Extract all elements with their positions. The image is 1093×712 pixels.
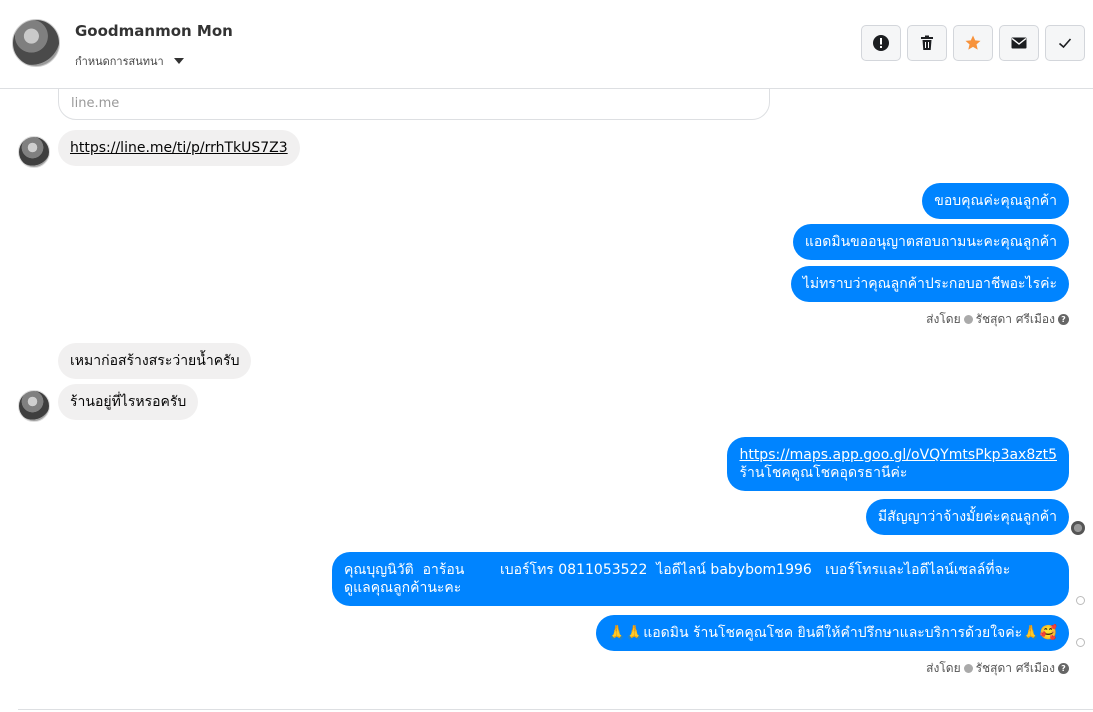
sent-by-agent[interactable]: รัชสุดา ศรีเมือง xyxy=(976,659,1055,678)
message-link[interactable]: https://line.me/ti/p/rrhTkUS7Z3 xyxy=(70,140,288,156)
outgoing-message[interactable]: ขอบคุณค่ะคุณลูกค้า xyxy=(922,183,1069,219)
sent-by-label: ส่งโดย รัชสุดา ศรีเมือง ? xyxy=(926,310,1069,329)
check-icon xyxy=(1058,38,1072,49)
link-preview-domain: line.me xyxy=(71,96,120,111)
delivered-status-icon xyxy=(1076,638,1085,647)
delivered-status-icon xyxy=(1076,596,1085,605)
mail-icon xyxy=(1011,37,1027,49)
outgoing-message[interactable]: ไม่ทราบว่าคุณลูกค้าประกอบอาชีพอะไรค่ะ xyxy=(790,266,1069,302)
conversation-header: Goodmanmon Mon กำหนดการสนทนา xyxy=(0,0,1093,89)
outgoing-message[interactable]: มีสัญญาว่าจ้างมั้ยค่ะคุณลูกค้า xyxy=(865,499,1069,535)
seen-avatar-icon xyxy=(1071,521,1085,535)
help-icon[interactable]: ? xyxy=(1058,314,1069,325)
mark-spam-button[interactable] xyxy=(861,25,901,61)
message-text: คุณบุญนิวัติ อาร้อน เบอร์โทร 0811053522 … xyxy=(344,562,1011,578)
assign-label: กำหนดการสนทนา xyxy=(75,55,164,68)
message-thread[interactable]: line.me https://line.me/ti/p/rrhTkUS7Z3 … xyxy=(0,89,1093,712)
sent-by-label: ส่งโดย รัชสุดา ศรีเมือง ? xyxy=(926,659,1069,678)
incoming-message[interactable]: ร้านอยู่ที่ไรหรอครับ xyxy=(58,384,199,420)
composer-divider xyxy=(18,709,1093,710)
mark-unread-button[interactable] xyxy=(999,25,1039,61)
message-text: ดูแลคุณลูกค้านะคะ xyxy=(344,580,462,596)
caret-down-icon xyxy=(173,58,184,64)
help-icon[interactable]: ? xyxy=(1058,663,1069,674)
contact-name[interactable]: Goodmanmon Mon xyxy=(75,22,233,40)
outgoing-message[interactable]: แอดมินขออนุญาตสอบถามนะคะคุณลูกค้า xyxy=(792,224,1069,260)
sent-by-agent[interactable]: รัชสุดา ศรีเมือง xyxy=(976,310,1055,329)
link-preview-card[interactable]: line.me xyxy=(58,89,770,120)
outgoing-message[interactable]: 🙏🙏แอดมิน ร้านโชคคูณโชค ยินดีให้คำปรึกษาแ… xyxy=(596,615,1069,651)
message-link[interactable]: https://maps.app.goo.gl/oVQYmtsPkp3ax8zt… xyxy=(739,447,1057,463)
incoming-message[interactable]: เหมาก่อสร้างสระว่ายน้ำครับ xyxy=(58,343,252,379)
outgoing-message[interactable]: https://maps.app.goo.gl/oVQYmtsPkp3ax8zt… xyxy=(727,437,1069,491)
agent-avatar-icon xyxy=(963,664,973,673)
contact-avatar-small xyxy=(18,136,50,168)
header-actions xyxy=(861,25,1085,61)
sent-by-prefix: ส่งโดย xyxy=(926,312,961,326)
trash-icon xyxy=(921,35,933,50)
incoming-message[interactable]: https://line.me/ti/p/rrhTkUS7Z3 xyxy=(58,130,300,166)
sent-by-prefix: ส่งโดย xyxy=(926,661,961,675)
mark-done-button[interactable] xyxy=(1045,25,1085,61)
agent-avatar-icon xyxy=(963,315,973,324)
contact-avatar[interactable] xyxy=(12,19,60,67)
star-icon xyxy=(965,35,981,50)
message-text: ร้านโชคคูณโชคอุดรธานีค่ะ xyxy=(739,465,908,481)
contact-avatar-small xyxy=(18,390,50,422)
alert-icon xyxy=(873,35,889,51)
delete-button[interactable] xyxy=(907,25,947,61)
outgoing-message[interactable]: คุณบุญนิวัติ อาร้อน เบอร์โทร 0811053522 … xyxy=(332,552,1069,606)
assign-conversation-dropdown[interactable]: กำหนดการสนทนา xyxy=(75,52,184,70)
star-button[interactable] xyxy=(953,25,993,61)
